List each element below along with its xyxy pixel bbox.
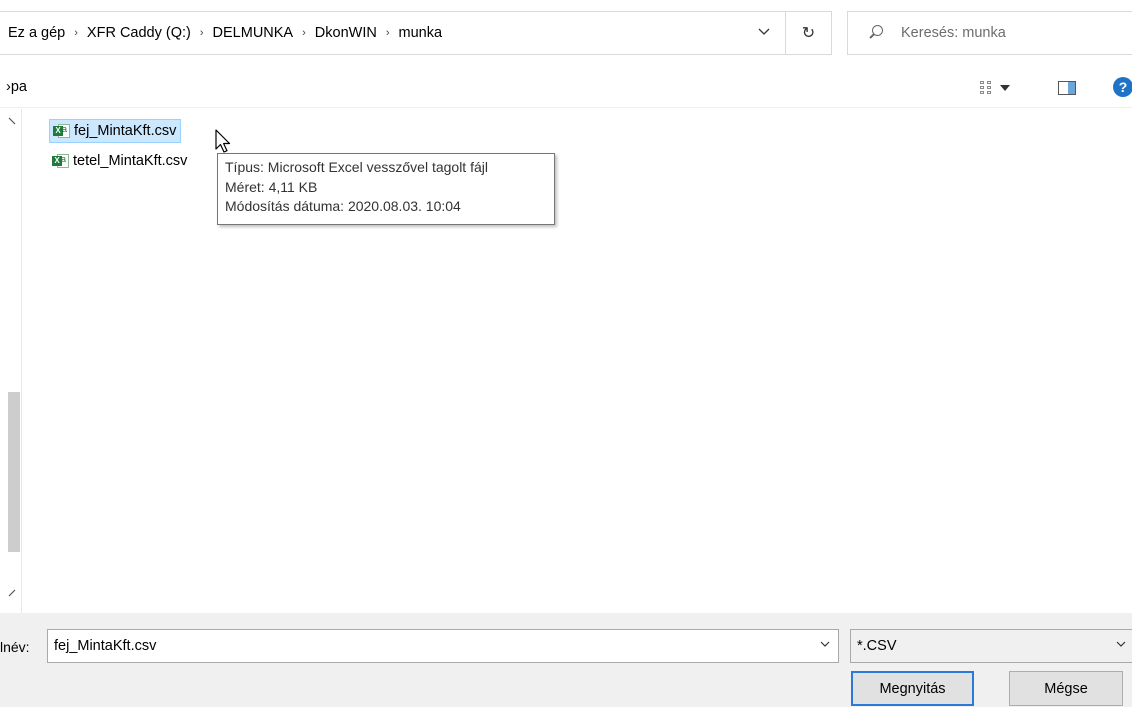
filetype-value[interactable]: *.CSV <box>857 638 897 654</box>
filetype-chevron-down-icon[interactable] <box>1116 639 1126 649</box>
toolbar-partial-label[interactable]: ›pa <box>6 79 27 95</box>
tooltip-size: Méret: 4,11 KB <box>225 178 318 195</box>
filetype-select[interactable]: *.CSV <box>850 629 1132 663</box>
file-name: fej_MintaKft.csv <box>74 123 177 139</box>
scroll-up-icon[interactable] <box>8 117 16 125</box>
scroll-down-icon[interactable] <box>8 589 16 597</box>
breadcrumb-separator-icon[interactable]: › <box>302 27 306 39</box>
help-icon[interactable]: ? <box>1113 77 1132 97</box>
file-name: tetel_MintaKft.csv <box>73 153 188 169</box>
address-bar[interactable]: Ez a gép › XFR Caddy (Q:) › DELMUNKA › D… <box>0 11 786 55</box>
breadcrumb-separator-icon[interactable]: › <box>200 27 204 39</box>
search-placeholder[interactable]: Keresés: munka <box>901 25 1006 41</box>
open-button[interactable]: Megnyitás <box>851 671 974 706</box>
filename-chevron-down-icon[interactable] <box>820 639 830 649</box>
address-history-chevron-down-icon[interactable] <box>758 25 770 37</box>
navigation-pane[interactable] <box>0 109 22 613</box>
breadcrumb-folder-dkonwin[interactable]: DkonWIN <box>315 25 377 41</box>
breadcrumb-folder-munka[interactable]: munka <box>399 25 443 41</box>
file-item[interactable]: X tetel_MintaKft.csv <box>49 149 191 173</box>
nav-scrollbar-thumb[interactable] <box>8 392 20 552</box>
file-info-tooltip: Típus: Microsoft Excel vesszővel tagolt … <box>217 153 555 225</box>
excel-csv-icon: X <box>53 123 71 139</box>
dialog-footer: lnév: fej_MintaKft.csv *.CSV Megnyitás M… <box>0 613 1132 707</box>
excel-csv-icon: X <box>52 153 70 169</box>
view-options-dropdown-icon[interactable] <box>1000 85 1010 91</box>
refresh-icon: ↻ <box>801 25 816 42</box>
cancel-button[interactable]: Mégse <box>1009 671 1123 706</box>
breadcrumb-this-pc[interactable]: Ez a gép <box>8 25 65 41</box>
refresh-button[interactable]: ↻ <box>786 11 832 55</box>
address-bar-row: Ez a gép › XFR Caddy (Q:) › DELMUNKA › D… <box>0 0 1132 66</box>
view-options-icon[interactable] <box>980 81 994 95</box>
file-list[interactable]: X fej_MintaKft.csv X tetel_MintaKft.csv <box>23 109 1132 613</box>
search-box[interactable]: Keresés: munka <box>847 11 1132 55</box>
breadcrumb-separator-icon[interactable]: › <box>74 27 78 39</box>
mouse-pointer-icon <box>215 129 231 153</box>
command-toolbar: ›pa ? <box>0 66 1132 108</box>
search-icon <box>868 25 884 41</box>
tooltip-modified: Módosítás dátuma: 2020.08.03. 10:04 <box>225 198 461 214</box>
tooltip-type: Típus: Microsoft Excel vesszővel tagolt … <box>225 159 488 175</box>
file-item-selected[interactable]: X fej_MintaKft.csv <box>49 119 182 143</box>
breadcrumb-folder-delmunka[interactable]: DELMUNKA <box>213 25 294 41</box>
filename-field[interactable]: fej_MintaKft.csv <box>47 629 839 663</box>
breadcrumb-separator-icon[interactable]: › <box>386 27 390 39</box>
preview-pane-icon[interactable] <box>1058 81 1076 95</box>
filename-label: lnév: <box>0 639 30 655</box>
breadcrumb-drive[interactable]: XFR Caddy (Q:) <box>87 25 191 41</box>
filename-value[interactable]: fej_MintaKft.csv <box>54 638 156 654</box>
